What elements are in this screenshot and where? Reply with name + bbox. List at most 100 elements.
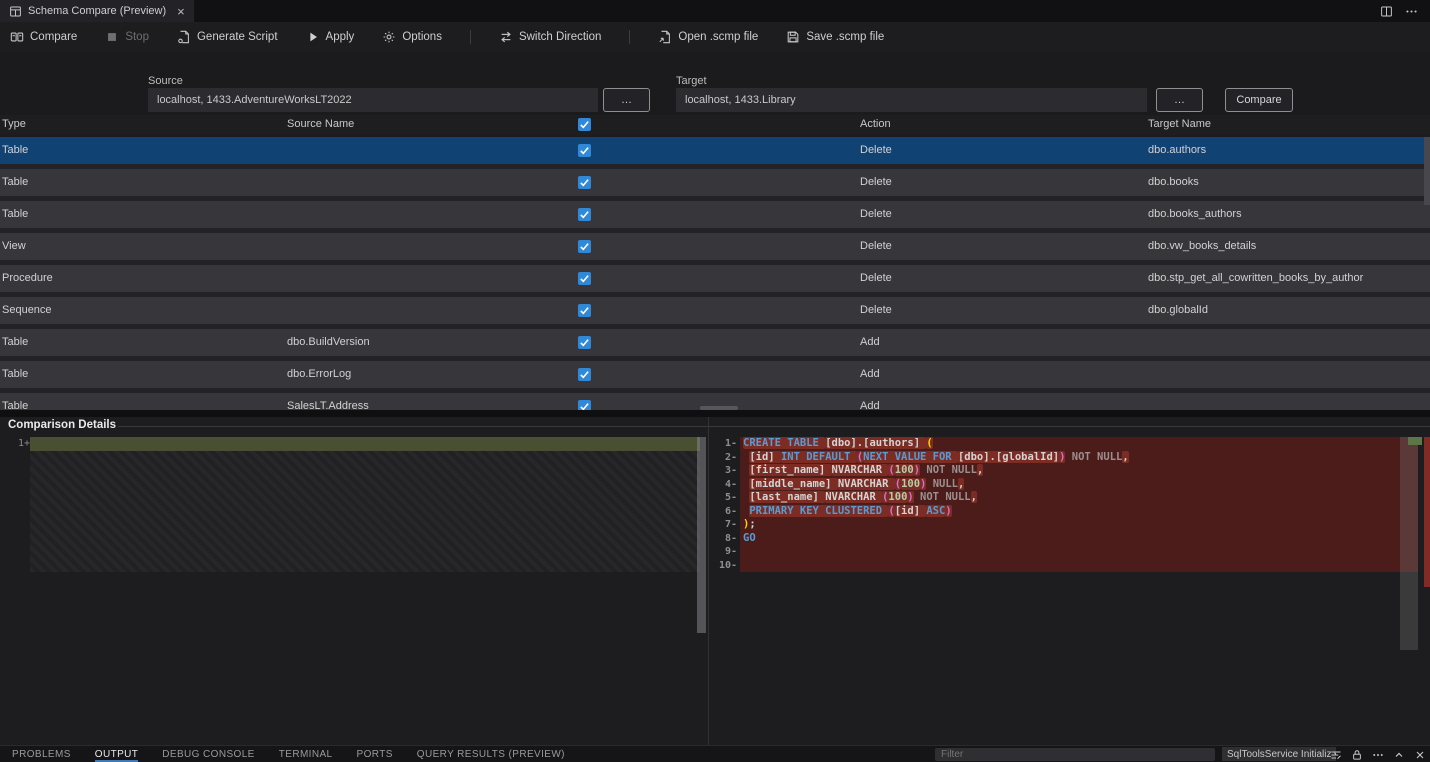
row-type: Sequence — [2, 304, 52, 316]
target-input[interactable] — [676, 88, 1147, 112]
row-action: Add — [860, 368, 880, 380]
row-type: Table — [2, 176, 28, 188]
grid-header: Type Source Name Action Target Name — [0, 115, 1430, 135]
column-source-name[interactable]: Source Name — [287, 118, 354, 130]
schema-compare-toolbar: CompareStopGenerate ScriptApplyOptionsSw… — [0, 22, 1430, 52]
row-action: Delete — [860, 208, 892, 220]
row-include-checkbox[interactable] — [578, 208, 591, 221]
line-number: 3- — [710, 464, 740, 478]
row-include-checkbox[interactable] — [578, 304, 591, 317]
line-number: 9- — [710, 545, 740, 559]
source-input[interactable] — [148, 88, 598, 112]
source-browse-button[interactable]: … — [603, 88, 650, 112]
table-row[interactable]: SequenceDeletedbo.globalId — [0, 297, 1430, 324]
code-line: 4- [middle_name] NVARCHAR (100) NULL, — [710, 478, 1430, 492]
row-include-checkbox[interactable] — [578, 240, 591, 253]
row-action: Delete — [860, 272, 892, 284]
options-button[interactable]: Options — [382, 30, 442, 44]
source-label: Source — [148, 75, 183, 87]
table-row[interactable]: TableDeletedbo.books — [0, 169, 1430, 196]
output-filter-input[interactable] — [935, 748, 1215, 761]
column-action[interactable]: Action — [860, 118, 891, 130]
target-label: Target — [676, 75, 707, 87]
open-scmp-file-button[interactable]: Open .scmp file — [658, 30, 758, 44]
editor-split-sash[interactable] — [708, 417, 709, 745]
app-window: Schema Compare (Preview) × CompareStopGe… — [0, 0, 1430, 762]
line-number: 1- — [710, 437, 740, 451]
table-row[interactable]: Tabledbo.ErrorLogAdd — [0, 361, 1430, 388]
source-editor-scrollbar[interactable] — [697, 437, 706, 633]
code-line: 1-CREATE TABLE [dbo].[authors] ( — [710, 437, 1430, 451]
switch-direction-button[interactable]: Switch Direction — [499, 30, 601, 44]
target-browse-button[interactable]: … — [1156, 88, 1203, 112]
row-type: View — [2, 240, 26, 252]
row-target-name: dbo.books_authors — [1148, 208, 1242, 220]
panel-more-actions-icon[interactable] — [1372, 749, 1384, 761]
panel-tab-problems[interactable]: PROBLEMS — [12, 749, 71, 760]
diff-empty-region — [30, 451, 700, 572]
line-number: 4- — [710, 478, 740, 492]
switch-direction-icon — [499, 30, 513, 44]
row-action: Delete — [860, 240, 892, 252]
select-all-checkbox[interactable] — [578, 118, 591, 131]
apply-button[interactable]: Apply — [306, 30, 355, 44]
code-line: 9- — [710, 545, 1430, 559]
row-include-checkbox[interactable] — [578, 272, 591, 285]
column-type[interactable]: Type — [2, 118, 26, 130]
editor-more-actions-icon[interactable] — [1405, 5, 1418, 18]
toolbar-separator — [470, 30, 471, 44]
code-line: 3- [first_name] NVARCHAR (100) NOT NULL, — [710, 464, 1430, 478]
clear-output-icon[interactable] — [1330, 749, 1342, 761]
tab-close-icon[interactable]: × — [177, 5, 185, 18]
grid-scrollbar[interactable] — [1424, 137, 1430, 205]
compare-button[interactable]: Compare — [10, 30, 77, 44]
close-panel-icon[interactable] — [1414, 749, 1426, 761]
panel-resize-handle[interactable] — [700, 406, 738, 410]
compare-action-button[interactable]: Compare — [1225, 88, 1293, 112]
comparison-details-panel: Comparison Details 1+ 1-CREATE TABLE [db… — [0, 417, 1430, 745]
row-target-name: dbo.vw_books_details — [1148, 240, 1256, 252]
compare-icon — [10, 30, 24, 44]
tab-schema-compare[interactable]: Schema Compare (Preview) × — [0, 0, 194, 22]
line-number: 8- — [710, 532, 740, 546]
row-include-checkbox[interactable] — [578, 144, 591, 157]
panel-tab-debug-console[interactable]: DEBUG CONSOLE — [162, 749, 254, 760]
line-number: 6- — [710, 505, 740, 519]
maximize-panel-icon[interactable] — [1393, 749, 1405, 761]
save-scmp-file-button[interactable]: Save .scmp file — [786, 30, 884, 44]
lock-scroll-icon[interactable] — [1351, 749, 1363, 761]
row-include-checkbox[interactable] — [578, 176, 591, 189]
schema-compare-icon — [9, 5, 22, 18]
row-type: Procedure — [2, 272, 53, 284]
output-channel-select[interactable]: SqlToolsService Initializ — [1222, 747, 1336, 761]
line-number: 7- — [710, 518, 740, 532]
connection-form: Source … Target … Compare — [0, 52, 1430, 115]
row-target-name: dbo.globalId — [1148, 304, 1208, 316]
table-row[interactable]: Tabledbo.BuildVersionAdd — [0, 329, 1430, 356]
details-title: Comparison Details — [8, 419, 116, 431]
source-line-gutter: 1+ — [10, 437, 30, 451]
row-include-checkbox[interactable] — [578, 336, 591, 349]
code-line: 5- [last_name] NVARCHAR (100) NOT NULL, — [710, 491, 1430, 505]
table-row[interactable]: TableDeletedbo.books_authors — [0, 201, 1430, 228]
generate-script-button[interactable]: Generate Script — [177, 30, 278, 44]
panel-tab-output[interactable]: OUTPUT — [95, 749, 139, 760]
panel-tab-query-results-preview[interactable]: QUERY RESULTS (PREVIEW) — [417, 749, 565, 760]
comparison-grid: TableDeletedbo.authorsTableDeletedbo.boo… — [0, 137, 1430, 412]
open-file-icon — [658, 30, 672, 44]
row-action: Delete — [860, 176, 892, 188]
row-include-checkbox[interactable] — [578, 368, 591, 381]
column-target-name[interactable]: Target Name — [1148, 118, 1211, 130]
table-row[interactable]: View Delete dbo.vw_books_details — [0, 233, 1430, 260]
table-row[interactable]: TableDeletedbo.authors — [0, 137, 1430, 164]
panel-tab-ports[interactable]: PORTS — [357, 749, 393, 760]
tab-title: Schema Compare (Preview) — [28, 5, 166, 17]
table-row[interactable]: ProcedureDeletedbo.stp_get_all_cowritten… — [0, 265, 1430, 292]
stop-icon — [105, 30, 119, 44]
line-number: 10- — [710, 559, 740, 573]
target-editor-scrollbar[interactable] — [1400, 437, 1418, 650]
diff-added-line — [30, 437, 700, 451]
row-type: Table — [2, 144, 28, 156]
panel-tab-terminal[interactable]: TERMINAL — [279, 749, 333, 760]
split-editor-icon[interactable] — [1380, 5, 1393, 18]
